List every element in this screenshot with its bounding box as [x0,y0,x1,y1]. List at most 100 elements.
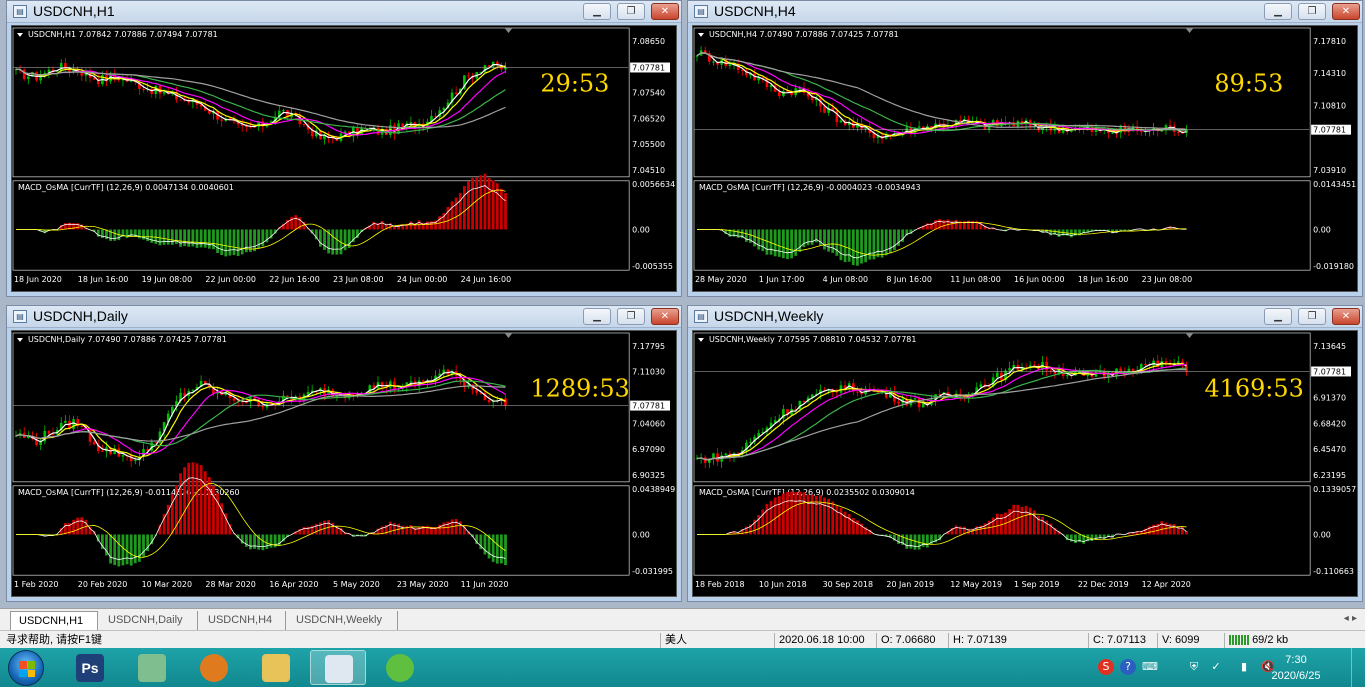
macd-bar [806,229,810,246]
chart-window-daily[interactable]: ▤ USDCNH,Daily ▁ ❐ ✕ USDCNH,Daily 7.0749… [6,305,682,602]
main-pane-frame [12,27,630,178]
macd-bar [905,534,909,549]
taskbar-app-photoshop[interactable]: Ps [62,650,118,685]
macd-bar [479,175,483,230]
moving-average-line [696,52,1187,135]
taskbar-app-metatrader[interactable] [310,650,366,685]
chart-canvas[interactable]: USDCNH,Daily 7.07490 7.07886 7.07425 7.0… [11,330,677,597]
chart-window-weekly[interactable]: ▤ USDCNH,Weekly ▁ ❐ ✕ USDCNH,Weekly 7.07… [687,305,1363,602]
price-axis-label: 7.17795 [632,342,665,351]
macd-bar [454,197,458,230]
moving-average-line [15,372,506,459]
taskbar-app-wechat[interactable] [372,650,428,685]
macd-bar [839,507,843,535]
chart-window-icon: ▤ [13,5,27,18]
desktop: ▤ USDCNH,H1 ▁ ❐ ✕ USDCNH,H1 7.07842 7.07… [0,0,1365,687]
macd-histogram [720,491,1188,550]
macd-bar [1168,523,1172,535]
input-method-icon[interactable]: S [1098,659,1114,675]
macd-bar [847,229,851,262]
macd-bar [125,534,129,565]
candle-body [286,395,289,397]
price-axis-label: 7.03910 [1313,166,1346,175]
candle-body [302,124,306,126]
macd-bar [183,467,187,535]
macd-bar [831,501,835,535]
chart-dropdown-icon[interactable] [697,32,704,37]
candle-body [913,398,917,400]
price-axis-label: 6.68420 [1313,419,1346,428]
help-icon[interactable]: ? [1120,659,1136,675]
candle-body [101,450,104,452]
tab-usdcnh-h1[interactable]: USDCNH,H1 [10,611,98,630]
time-axis-label: 20 Jan 2019 [886,580,934,589]
restore-button[interactable]: ❐ [617,3,645,20]
current-price-label: 7.07781 [632,402,665,411]
moving-average-line [696,363,1187,461]
windows-logo-icon [19,661,35,677]
macd-bar [827,229,831,252]
time-axis-label: 10 Mar 2020 [142,580,192,589]
macd-bar [409,524,413,535]
close-button[interactable]: ✕ [651,308,679,325]
candle-body [917,126,921,128]
candle-body [162,92,166,94]
minimize-button[interactable]: ▁ [1264,308,1292,325]
window-titlebar[interactable]: ▤ USDCNH,Daily ▁ ❐ ✕ [7,306,681,328]
window-titlebar[interactable]: ▤ USDCNH,H4 ▁ ❐ ✕ [688,1,1362,23]
chart-canvas[interactable]: USDCNH,H4 7.07490 7.07886 7.07425 7.0778… [692,25,1358,292]
chart-window-h4[interactable]: ▤ USDCNH,H4 ▁ ❐ ✕ USDCNH,H4 7.07490 7.07… [687,0,1363,297]
macd-bar [954,219,958,230]
status-close: C: 7.07113 [1088,633,1158,648]
price-axis-label: 7.13645 [1313,342,1346,351]
start-button[interactable] [8,650,44,686]
candle-body [467,75,470,77]
minimize-button[interactable]: ▁ [583,308,611,325]
security-shield-icon[interactable]: ⛨ [1186,659,1202,675]
restore-button[interactable]: ❐ [617,308,645,325]
chart-dropdown-icon[interactable] [697,337,704,342]
macd-bar [133,534,137,564]
tab-usdcnh-weekly[interactable]: USDCNH,Weekly [288,611,398,630]
taskbar-app-browser[interactable] [186,650,242,685]
taskbar-app-paint[interactable] [124,650,180,685]
macd-bar [80,517,84,535]
keyboard-icon[interactable]: ⌨ [1142,659,1158,675]
macd-bar [491,180,495,230]
network-status-icon[interactable]: ✓ [1208,659,1224,675]
macd-bar [409,221,413,230]
macd-bar [504,193,507,230]
chart-window-h1[interactable]: ▤ USDCNH,H1 ▁ ❐ ✕ USDCNH,H1 7.07842 7.07… [6,0,682,297]
chart-dropdown-icon[interactable] [16,32,23,37]
chart-canvas[interactable]: USDCNH,H1 7.07842 7.07886 7.07494 7.0778… [11,25,677,292]
signal-icon[interactable]: ▮ [1236,659,1252,675]
close-button[interactable]: ✕ [651,3,679,20]
tab-usdcnh-daily[interactable]: USDCNH,Daily [100,611,198,630]
close-button[interactable]: ✕ [1332,308,1360,325]
minimize-button[interactable]: ▁ [583,3,611,20]
taskbar-app-explorer[interactable] [248,650,304,685]
macd-bar [798,229,802,252]
window-titlebar[interactable]: ▤ USDCNH,H1 ▁ ❐ ✕ [7,1,681,23]
macd-bar [335,229,339,255]
macd-bar [261,229,265,247]
minimize-button[interactable]: ▁ [1264,3,1292,20]
window-titlebar[interactable]: ▤ USDCNH,Weekly ▁ ❐ ✕ [688,306,1362,328]
close-button[interactable]: ✕ [1332,3,1360,20]
traffic-bars-icon [1229,635,1249,646]
restore-button[interactable]: ❐ [1298,3,1326,20]
macd-bar [228,229,232,256]
macd-bar [491,534,495,562]
chart-dropdown-icon[interactable] [16,337,23,342]
candle-body [64,420,67,423]
chart-canvas[interactable]: USDCNH,Weekly 7.07595 7.08810 7.04532 7.… [692,330,1358,597]
tab-usdcnh-h4[interactable]: USDCNH,H4 [200,611,286,630]
price-axis-label: 7.11030 [632,368,665,377]
tab-scroll-arrows[interactable]: ◂ ▸ [1344,613,1357,624]
restore-button[interactable]: ❐ [1298,308,1326,325]
macd-bar [925,534,929,548]
price-chart-svg: USDCNH,H1 7.07842 7.07886 7.07494 7.0778… [12,27,675,284]
macd-bar [240,229,244,255]
show-desktop-button[interactable] [1351,648,1365,687]
system-clock[interactable]: 7:30 2020/6/25 [1261,652,1331,684]
